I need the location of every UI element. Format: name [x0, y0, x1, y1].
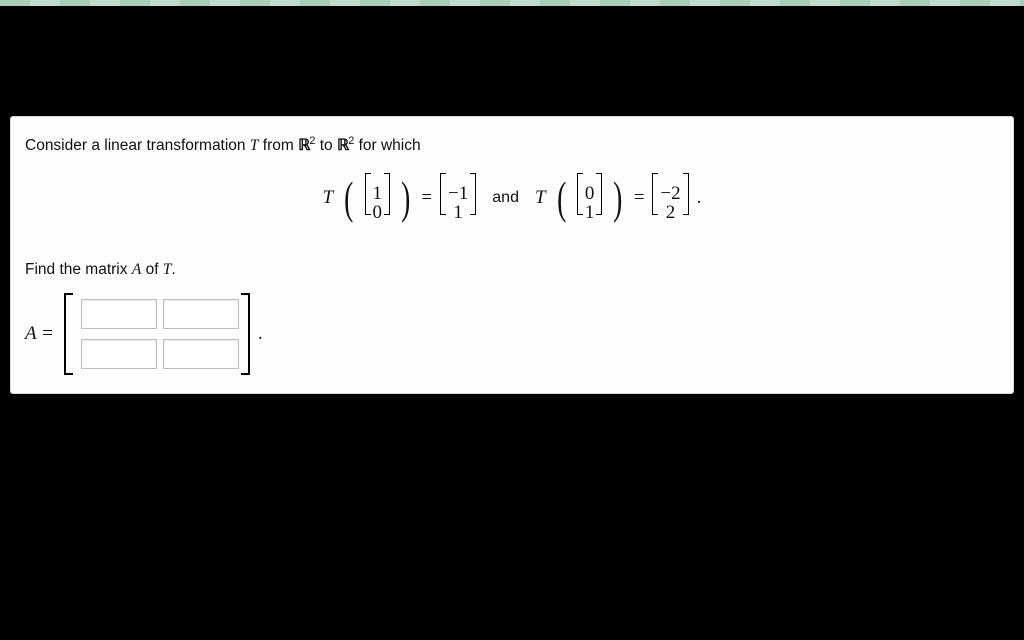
close-paren-icon-2: ): [613, 175, 622, 221]
r2-top: −2: [660, 184, 680, 204]
symbol-A: A: [132, 261, 141, 278]
redacted-header: [0, 6, 1024, 96]
open-paren-icon: (: [344, 175, 353, 221]
find-prefix: Find the matrix: [25, 261, 132, 278]
r2-bot: 2: [666, 203, 676, 223]
find-suffix: .: [171, 261, 175, 278]
v1-bot: 0: [373, 203, 383, 223]
v2-top: 0: [585, 184, 595, 204]
matrix-input-a11[interactable]: [81, 299, 157, 329]
vector-1: 10: [365, 173, 391, 223]
equals-2: =: [634, 187, 645, 209]
intro-suffix: for which: [354, 137, 420, 154]
eqn-T1: T: [323, 187, 334, 209]
eqn-T2: T: [535, 187, 546, 209]
redacted-footer: [360, 612, 660, 640]
answer-period: .: [258, 323, 263, 345]
result-1: −11: [440, 173, 476, 223]
vector-2: 01: [577, 173, 603, 223]
matrix-input-a12[interactable]: [163, 299, 239, 329]
intro-mid1: from: [258, 137, 298, 154]
equation-display: T ( 10 ) = −11 and T ( 01 ) = −22 .: [25, 165, 999, 243]
find-line: Find the matrix A of T.: [25, 261, 999, 279]
equals-1: =: [421, 187, 432, 209]
intro-mid2: to: [315, 137, 337, 154]
intro-prefix: Consider a linear transformation: [25, 137, 250, 154]
matrix-input-a21[interactable]: [81, 339, 157, 369]
close-paren-icon: ): [401, 175, 410, 221]
matrix-input-a22[interactable]: [163, 339, 239, 369]
r1-bot: 1: [453, 203, 463, 223]
right-bracket-icon: [241, 293, 250, 375]
and-text: and: [484, 189, 527, 207]
answer-row: A = .: [25, 293, 999, 375]
open-paren-icon-2: (: [557, 175, 566, 221]
r1-top: −1: [448, 184, 468, 204]
left-bracket-icon: [64, 293, 73, 375]
redacted-block: [10, 404, 1014, 634]
symbol-R-codomain: ℝ: [337, 137, 348, 154]
v2-bot: 1: [585, 203, 595, 223]
find-mid: of: [141, 261, 163, 278]
answer-label: A =: [25, 323, 56, 345]
problem-card: Consider a linear transformation T from …: [10, 116, 1014, 394]
matrix-inputs: [81, 298, 233, 370]
symbol-R-domain: ℝ: [298, 137, 309, 154]
eqn-period: .: [697, 187, 702, 209]
result-2: −22: [652, 173, 688, 223]
v1-top: 1: [373, 184, 383, 204]
problem-intro: Consider a linear transformation T from …: [25, 135, 999, 155]
